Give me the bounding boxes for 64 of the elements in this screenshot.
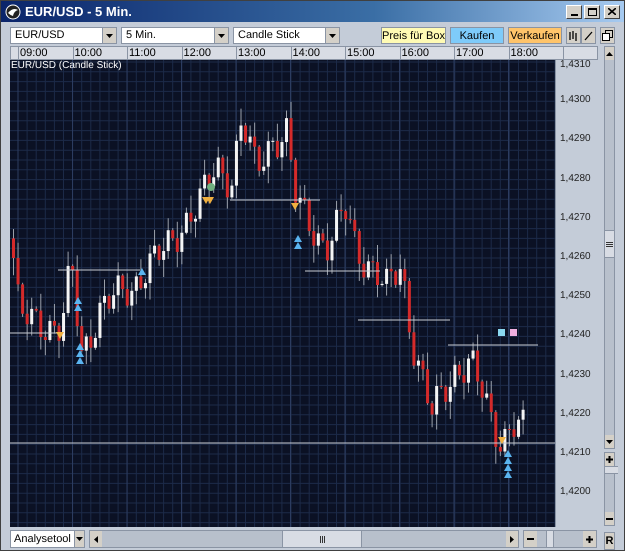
draw-line-button[interactable] [581,27,596,44]
square-marker-icon [510,329,517,336]
down-triangle-icon [56,332,64,339]
time-label: 15:00 [346,47,400,59]
horizontal-scrollbar[interactable] [89,530,519,548]
up-arrow-icon [606,52,613,56]
dropdown[interactable]: 5 Min. [121,27,229,44]
sell-button[interactable]: Verkaufen [508,27,562,44]
time-label: 11:00 [128,47,182,59]
vertical-scrollbar[interactable] [604,46,615,449]
price-label: 1,4290 [560,133,591,144]
price-label: 1,4270 [560,212,591,223]
time-label: 13:00 [237,47,292,59]
left-arrow-icon [94,536,98,542]
price-label: 1,4230 [560,368,591,380]
price-label: 1,4220 [560,408,591,419]
dropdown-icon [218,34,225,38]
maximize-button[interactable] [584,4,600,18]
square-marker-icon [498,329,505,336]
time-label: 18:00 [510,47,564,59]
indicator-button[interactable] [566,27,581,44]
price-label: 1,4250 [560,290,591,302]
chart-title: EUR/USD (Candle Stick) [11,60,122,72]
close-icon [608,8,616,15]
price-label: 1,4310 [560,59,591,70]
price-label: 1,4260 [560,251,591,262]
time-label: 17:00 [455,47,510,59]
time-label: 10:00 [74,47,128,59]
right-arrow-icon [510,536,514,542]
circle-marker-icon [207,183,215,191]
bars-icon [569,30,578,40]
minimize-icon [570,14,578,16]
close-button[interactable] [604,4,620,18]
detach-button[interactable] [600,27,615,44]
price-label: 1,4280 [560,172,591,184]
maximize-icon [588,8,596,16]
time-label: 14:00 [292,47,346,59]
down-triangle-icon [291,203,299,210]
grip-icon [320,536,324,542]
reset-button[interactable]: R [604,532,615,550]
buy-button[interactable]: Kaufen [450,27,504,44]
windows-icon [602,30,613,41]
price-label: 1,4240 [560,329,591,340]
down-arrow-icon [606,440,613,444]
down-triangle-icon [498,437,506,444]
time-label: 09:00 [19,47,74,59]
dropdown-icon [76,537,83,541]
dropdown-icon [329,34,336,38]
time-label: 12:00 [182,47,237,59]
pencil-line-icon [584,30,593,40]
grip-icon [606,242,613,246]
price-box-button[interactable]: Preis für Box [381,27,446,44]
price-label: 1,4210 [560,447,591,458]
dropdown[interactable]: Candle Stick [233,27,340,44]
price-label: 1,4300 [560,94,591,106]
minimize-button[interactable] [566,4,582,18]
tool-select[interactable]: Analysetool [10,530,85,548]
dropdown-icon [106,34,113,38]
time-label: 16:00 [400,47,455,59]
price-label: 1,4200 [560,486,591,498]
up-triangle-icon [138,268,146,275]
globe-icon [5,4,21,20]
dropdown[interactable]: EUR/USD [10,27,117,44]
window-title: EUR/USD - 5 Min. [25,2,132,21]
